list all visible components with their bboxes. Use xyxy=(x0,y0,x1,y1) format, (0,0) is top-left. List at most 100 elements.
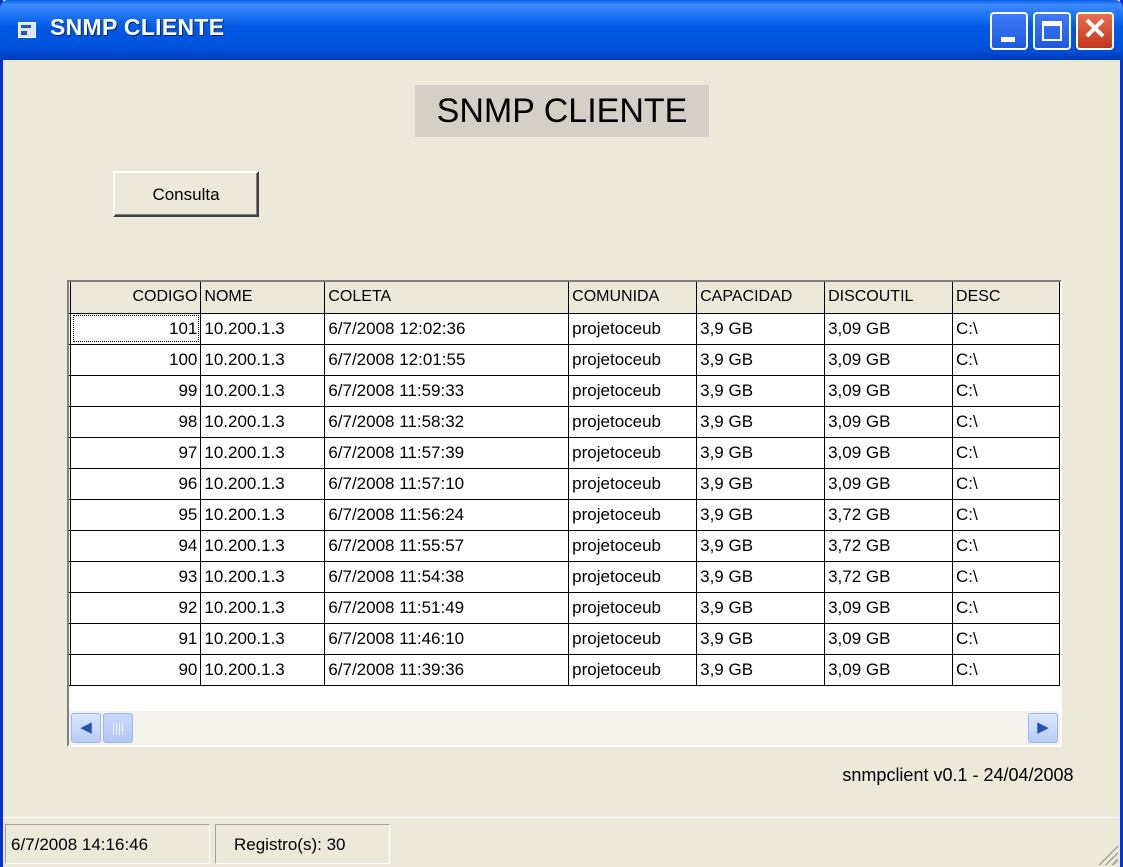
maximize-button[interactable] xyxy=(1033,12,1071,50)
scroll-left-button[interactable]: ◀ xyxy=(71,713,101,743)
cell-capacidade[interactable]: 3,9 GB xyxy=(696,561,826,593)
cell-desc[interactable]: C:\ xyxy=(952,313,1060,345)
cell-codigo[interactable]: 96 xyxy=(70,468,202,500)
cell-comunidade[interactable]: projetoceub xyxy=(568,499,698,531)
cell-nome[interactable]: 10.200.1.3 xyxy=(200,654,326,686)
column-header-nome[interactable]: NOME xyxy=(200,282,326,314)
cell-capacidade[interactable]: 3,9 GB xyxy=(696,375,826,407)
title-bar[interactable]: SNMP CLIENTE ✕ xyxy=(0,0,1123,60)
column-header-discoutil[interactable]: DISCOUTIL xyxy=(824,282,954,314)
table-row[interactable]: 98 10.200.1.3 6/7/2008 11:58:32 projetoceub… xyxy=(69,406,1060,438)
cell-codigo[interactable]: 97 xyxy=(70,437,202,469)
cell-coleta[interactable]: 6/7/2008 11:58:32 xyxy=(324,406,570,438)
cell-coleta[interactable]: 6/7/2008 11:59:33 xyxy=(324,375,570,407)
cell-codigo[interactable]: 93 xyxy=(70,561,202,593)
cell-comunidade[interactable]: projetoceub xyxy=(568,530,698,562)
cell-nome[interactable]: 10.200.1.3 xyxy=(200,623,326,655)
column-header-coleta[interactable]: COLETA xyxy=(324,282,570,314)
cell-codigo[interactable]: 92 xyxy=(70,592,202,624)
cell-discoutil[interactable]: 3,09 GB xyxy=(824,375,954,407)
cell-coleta[interactable]: 6/7/2008 12:01:55 xyxy=(324,344,570,376)
cell-coleta[interactable]: 6/7/2008 11:56:24 xyxy=(324,499,570,531)
cell-nome[interactable]: 10.200.1.3 xyxy=(200,499,326,531)
cell-capacidade[interactable]: 3,9 GB xyxy=(696,344,826,376)
scroll-down-button[interactable]: ▼ xyxy=(1061,679,1062,709)
column-header-codigo[interactable]: CODIGO xyxy=(70,282,202,314)
table-row[interactable]: 94 10.200.1.3 6/7/2008 11:55:57 projetoceub… xyxy=(69,530,1060,562)
cell-comunidade[interactable]: projetoceub xyxy=(568,313,698,345)
cell-discoutil[interactable]: 3,72 GB xyxy=(824,499,954,531)
cell-capacidade[interactable]: 3,9 GB xyxy=(696,530,826,562)
cell-desc[interactable]: C:\ xyxy=(952,623,1060,655)
cell-discoutil[interactable]: 3,09 GB xyxy=(824,344,954,376)
cell-discoutil[interactable]: 3,72 GB xyxy=(824,530,954,562)
vertical-scrollbar[interactable]: ▲ ▼ xyxy=(1060,282,1062,711)
cell-nome[interactable]: 10.200.1.3 xyxy=(200,344,326,376)
cell-coleta[interactable]: 6/7/2008 11:39:36 xyxy=(324,654,570,686)
scroll-up-button[interactable]: ▲ xyxy=(1061,283,1062,313)
table-row[interactable]: 100 10.200.1.3 6/7/2008 12:01:55 projetoceu… xyxy=(69,344,1060,376)
cell-codigo[interactable]: 100 xyxy=(70,344,202,376)
minimize-button[interactable] xyxy=(990,12,1028,50)
cell-comunidade[interactable]: projetoceub xyxy=(568,654,698,686)
cell-comunidade[interactable]: projetoceub xyxy=(568,344,698,376)
cell-capacidade[interactable]: 3,9 GB xyxy=(696,468,826,500)
cell-desc[interactable]: C:\ xyxy=(952,499,1060,531)
cell-codigo[interactable]: 91 xyxy=(70,623,202,655)
cell-capacidade[interactable]: 3,9 GB xyxy=(696,592,826,624)
cell-nome[interactable]: 10.200.1.3 xyxy=(200,468,326,500)
data-grid[interactable]: CODIGO NOME COLETA COMUNIDA CAPACIDAD DI… xyxy=(67,280,1062,747)
cell-capacidade[interactable]: 3,9 GB xyxy=(696,623,826,655)
cell-discoutil[interactable]: 3,09 GB xyxy=(824,468,954,500)
cell-coleta[interactable]: 6/7/2008 11:55:57 xyxy=(324,530,570,562)
cell-desc[interactable]: C:\ xyxy=(952,344,1060,376)
cell-discoutil[interactable]: 3,09 GB xyxy=(824,592,954,624)
table-row[interactable]: 101 10.200.1.3 6/7/2008 12:02:36 projetoceu… xyxy=(69,313,1060,345)
cell-codigo[interactable]: 94 xyxy=(70,530,202,562)
cell-coleta[interactable]: 6/7/2008 11:57:39 xyxy=(324,437,570,469)
cell-codigo[interactable]: 98 xyxy=(70,406,202,438)
cell-capacidade[interactable]: 3,9 GB xyxy=(696,406,826,438)
cell-desc[interactable]: C:\ xyxy=(952,654,1060,686)
cell-codigo[interactable]: 90 xyxy=(70,654,202,686)
cell-coleta[interactable]: 6/7/2008 11:54:38 xyxy=(324,561,570,593)
cell-discoutil[interactable]: 3,72 GB xyxy=(824,561,954,593)
cell-comunidade[interactable]: projetoceub xyxy=(568,406,698,438)
horizontal-scrollbar[interactable]: ◀ ▶ xyxy=(69,711,1060,745)
column-header-capacidade[interactable]: CAPACIDAD xyxy=(696,282,826,314)
cell-comunidade[interactable]: projetoceub xyxy=(568,437,698,469)
resize-grip-icon[interactable] xyxy=(1096,843,1118,865)
cell-desc[interactable]: C:\ xyxy=(952,437,1060,469)
horizontal-scroll-thumb[interactable] xyxy=(103,713,133,743)
cell-discoutil[interactable]: 3,09 GB xyxy=(824,437,954,469)
cell-nome[interactable]: 10.200.1.3 xyxy=(200,406,326,438)
table-row[interactable]: 93 10.200.1.3 6/7/2008 11:54:38 projetoceub… xyxy=(69,561,1060,593)
cell-discoutil[interactable]: 3,09 GB xyxy=(824,623,954,655)
cell-coleta[interactable]: 6/7/2008 11:46:10 xyxy=(324,623,570,655)
cell-codigo[interactable]: 101 xyxy=(70,313,202,345)
cell-comunidade[interactable]: projetoceub xyxy=(568,623,698,655)
cell-desc[interactable]: C:\ xyxy=(952,530,1060,562)
cell-desc[interactable]: C:\ xyxy=(952,406,1060,438)
consulta-button[interactable]: Consulta xyxy=(113,171,259,217)
cell-discoutil[interactable]: 3,09 GB xyxy=(824,406,954,438)
cell-desc[interactable]: C:\ xyxy=(952,592,1060,624)
cell-discoutil[interactable]: 3,09 GB xyxy=(824,654,954,686)
cell-nome[interactable]: 10.200.1.3 xyxy=(200,561,326,593)
close-button[interactable]: ✕ xyxy=(1076,12,1114,50)
cell-nome[interactable]: 10.200.1.3 xyxy=(200,530,326,562)
table-row[interactable]: 91 10.200.1.3 6/7/2008 11:46:10 projetoceub… xyxy=(69,623,1060,655)
column-header-desc[interactable]: DESC xyxy=(952,282,1060,314)
cell-nome[interactable]: 10.200.1.3 xyxy=(200,313,326,345)
table-row[interactable]: 96 10.200.1.3 6/7/2008 11:57:10 projetoceub… xyxy=(69,468,1060,500)
cell-comunidade[interactable]: projetoceub xyxy=(568,468,698,500)
cell-nome[interactable]: 10.200.1.3 xyxy=(200,437,326,469)
cell-discoutil[interactable]: 3,09 GB xyxy=(824,313,954,345)
cell-capacidade[interactable]: 3,9 GB xyxy=(696,313,826,345)
scroll-right-button[interactable]: ▶ xyxy=(1028,713,1058,743)
cell-capacidade[interactable]: 3,9 GB xyxy=(696,499,826,531)
table-row[interactable]: 97 10.200.1.3 6/7/2008 11:57:39 projetoceub… xyxy=(69,437,1060,469)
cell-comunidade[interactable]: projetoceub xyxy=(568,561,698,593)
cell-desc[interactable]: C:\ xyxy=(952,375,1060,407)
cell-desc[interactable]: C:\ xyxy=(952,561,1060,593)
